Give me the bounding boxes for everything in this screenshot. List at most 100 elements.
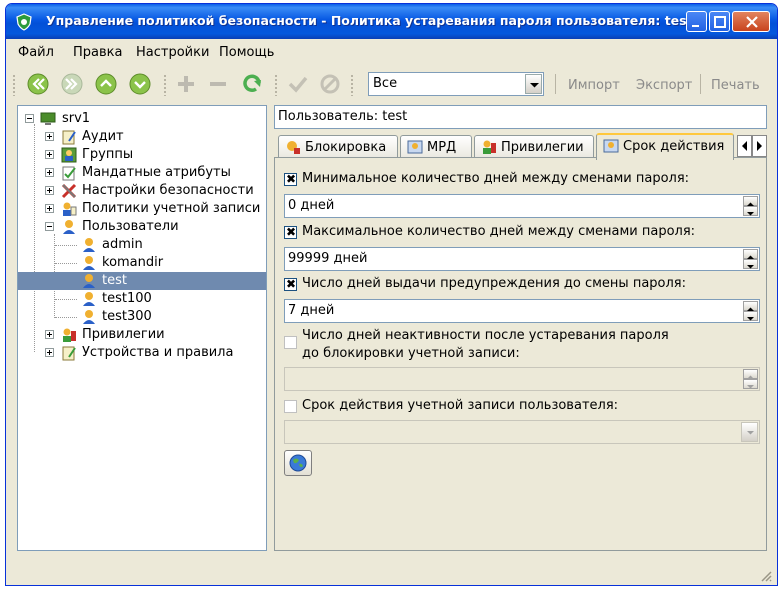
spin-buttons <box>743 369 758 389</box>
import-button[interactable]: Импорт <box>568 78 620 93</box>
tree-root-srv1[interactable]: srv1 <box>18 110 266 128</box>
max-days-spinbox[interactable]: 99999 дней <box>284 247 760 271</box>
collapse-toggle[interactable] <box>45 222 54 231</box>
expand-toggle[interactable] <box>45 186 54 195</box>
tree-item-user-test100[interactable]: test100 <box>18 290 266 308</box>
tree-item-security-settings[interactable]: Настройки безопасности <box>18 182 266 200</box>
tab-scroll-left[interactable] <box>737 135 752 157</box>
expand-toggle[interactable] <box>45 204 54 213</box>
spin-down-button[interactable] <box>743 206 758 216</box>
spin-down-button[interactable] <box>743 379 758 389</box>
tree-label: test300 <box>102 309 152 324</box>
spin-down-button[interactable] <box>743 259 758 269</box>
spin-up-button[interactable] <box>743 369 758 379</box>
tree-item-devices-rules[interactable]: Устройства и правила <box>18 344 266 362</box>
user-icon <box>83 292 95 306</box>
user-icon <box>83 274 95 288</box>
date-dropdown-button[interactable] <box>741 422 758 442</box>
navigation-tree[interactable]: srv1 Аудит Группы Мандатные атрибуты Нас… <box>17 105 267 551</box>
user-icon <box>83 310 95 324</box>
tree-label: Устройства и правила <box>82 345 234 360</box>
add-icon[interactable] <box>174 72 198 96</box>
min-days-spinbox[interactable]: 0 дней <box>284 194 760 218</box>
tab-mrd[interactable]: МРД <box>400 135 472 159</box>
print-button[interactable]: Печать <box>711 78 760 93</box>
warn-days-value: 7 дней <box>288 303 335 318</box>
tab-privileges[interactable]: Привилегии <box>474 135 594 159</box>
tab-scroll-right[interactable] <box>752 135 767 157</box>
tab-lockout[interactable]: Блокировка <box>278 135 398 159</box>
spin-down-button[interactable] <box>743 311 758 321</box>
warn-days-checkbox[interactable]: ✖ <box>284 277 297 291</box>
spin-up-button[interactable] <box>743 249 758 259</box>
tab-label: Привилегии <box>501 140 584 155</box>
max-days-checkbox[interactable]: ✖ <box>284 225 297 239</box>
tree-label: Настройки безопасности <box>82 183 254 198</box>
remove-icon[interactable] <box>206 72 230 96</box>
expand-toggle[interactable] <box>45 168 54 177</box>
check-mark-icon: ✖ <box>286 172 297 186</box>
menu-help[interactable]: Помощь <box>219 45 274 60</box>
tree-item-privileges[interactable]: Привилегии <box>18 326 266 344</box>
tree-item-user-test[interactable]: test <box>18 272 266 290</box>
tree-item-audit[interactable]: Аудит <box>18 128 266 146</box>
toolbar-grip <box>12 74 16 96</box>
menu-edit[interactable]: Правка <box>73 45 122 60</box>
minimize-button[interactable] <box>686 11 707 32</box>
min-days-checkbox[interactable]: ✖ <box>284 172 297 186</box>
title-bar[interactable]: Управление политикой безопасности - Поли… <box>6 4 777 39</box>
last-icon[interactable] <box>60 72 84 96</box>
tree-label: test100 <box>102 291 152 306</box>
audit-icon <box>62 130 76 145</box>
expand-toggle[interactable] <box>45 132 54 141</box>
tree-item-groups[interactable]: Группы <box>18 146 266 164</box>
tree-item-mandatory-attributes[interactable]: Мандатные атрибуты <box>18 164 266 182</box>
expand-toggle[interactable] <box>45 348 54 357</box>
inactive-days-checkbox[interactable] <box>284 336 297 349</box>
tree-item-user-admin[interactable]: admin <box>18 236 266 254</box>
menu-file[interactable]: Файл <box>18 45 54 60</box>
check-mark-icon: ✖ <box>286 277 297 291</box>
account-expire-field[interactable] <box>284 420 760 444</box>
first-icon[interactable] <box>26 72 50 96</box>
expand-toggle[interactable] <box>45 150 54 159</box>
toolbar-grip <box>350 74 354 96</box>
maximize-button[interactable] <box>709 11 730 32</box>
down-icon[interactable] <box>128 72 152 96</box>
tree-item-account-policies[interactable]: Политики учетной записи <box>18 200 266 218</box>
account-expire-checkbox[interactable] <box>284 400 297 413</box>
check-mark-icon: ✖ <box>286 225 297 239</box>
tab-validity-period[interactable]: Срок действия <box>596 133 734 160</box>
close-button[interactable] <box>732 11 770 32</box>
export-button[interactable]: Экспорт <box>636 78 692 93</box>
inactive-days-spinbox[interactable] <box>284 367 760 391</box>
resize-grip-icon[interactable] <box>760 570 772 582</box>
warn-days-label: Число дней выдачи предупреждения до смен… <box>302 276 686 291</box>
toolbar-separator <box>555 74 556 94</box>
tree-item-user-komandir[interactable]: komandir <box>18 254 266 272</box>
collapse-toggle[interactable] <box>25 114 34 123</box>
tab-label: Срок действия <box>623 139 725 154</box>
warn-days-spinbox[interactable]: 7 дней <box>284 299 760 323</box>
expand-toggle[interactable] <box>45 330 54 339</box>
tree-label: Группы <box>82 147 134 162</box>
window-title: Управление политикой безопасности - Поли… <box>46 13 693 28</box>
details-panel: Пользователь: test Блокировка МРД Привил… <box>274 105 768 551</box>
chevron-right-icon <box>757 141 762 151</box>
spin-up-button[interactable] <box>743 301 758 311</box>
up-icon[interactable] <box>94 72 118 96</box>
calendar-button[interactable] <box>284 450 312 476</box>
dropdown-button[interactable] <box>525 74 542 94</box>
mrd-icon <box>407 140 423 154</box>
calendar-user-icon <box>603 139 619 153</box>
apply-icon[interactable] <box>286 72 310 96</box>
filter-select[interactable]: Все <box>368 72 544 96</box>
menu-settings[interactable]: Настройки <box>136 45 209 60</box>
tree-item-user-test300[interactable]: test300 <box>18 308 266 326</box>
spin-up-button[interactable] <box>743 196 758 206</box>
account-expire-label: Срок действия учетной записи пользовател… <box>302 398 619 413</box>
tree-label: admin <box>102 237 143 252</box>
tree-item-users[interactable]: Пользователи <box>18 218 266 236</box>
refresh-icon[interactable] <box>240 72 264 96</box>
cancel-icon[interactable] <box>318 72 342 96</box>
